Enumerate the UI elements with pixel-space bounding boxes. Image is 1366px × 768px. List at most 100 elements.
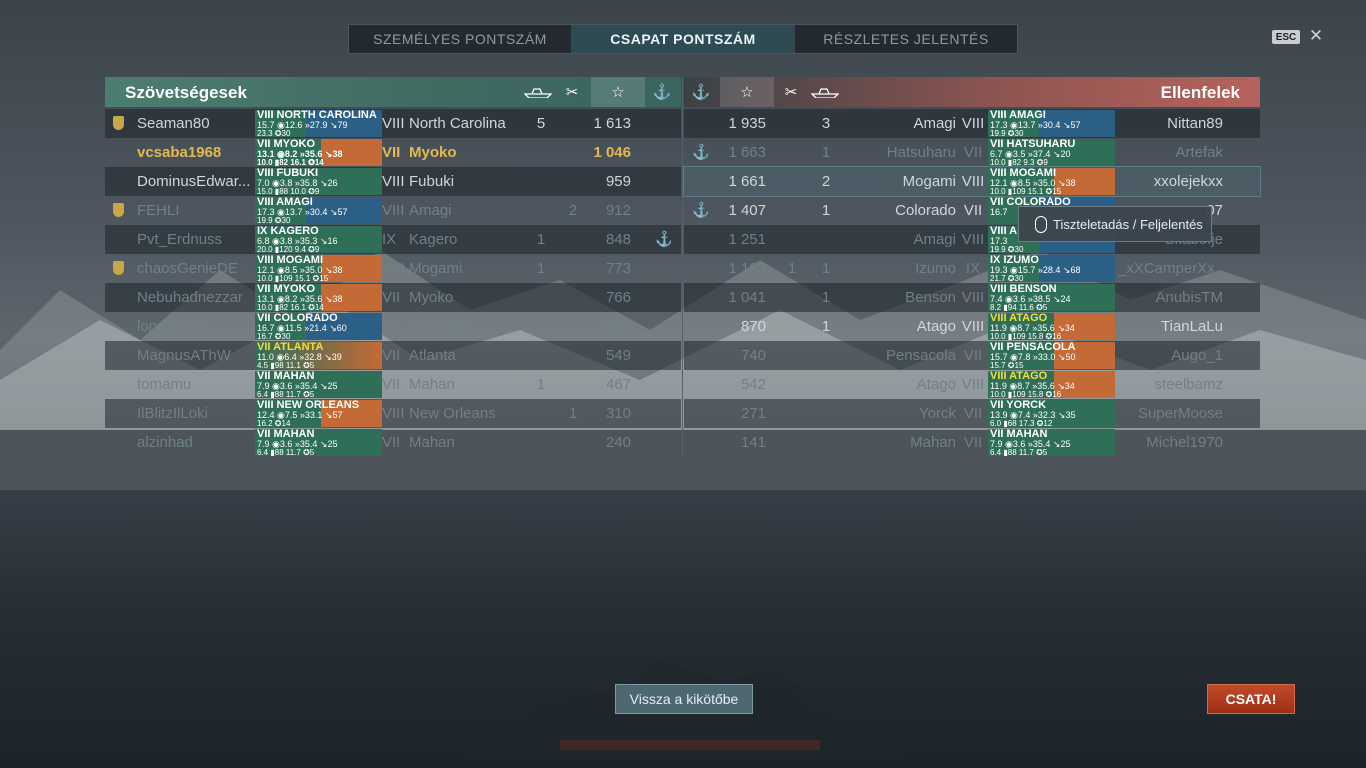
ally-row[interactable]: vcsaba1968 VII MYOKO 13.1 ◉8.2 »35.6 ↘38 10… [105,138,681,167]
ally-row[interactable]: FEHLI VIII AMAGI 17.3 ◉13.7 »30.4 ↘57 19.9 … [105,196,681,225]
base-capture-icon[interactable]: ⚓ [647,77,677,107]
ship-tier: VIII [382,405,405,422]
ship-card-stats-secondary: 10.0 ▮82 16.1 ✪14 [257,158,324,166]
enemy-row[interactable]: ⚓ 1 663 1 Hatsuharu VII VII HATSUHARU 6.7 ◉3.5… [684,138,1260,167]
ally-row[interactable]: DominusEdwar... VIII FUBUKI 7.0 ◉3.8 »35.8… [105,167,681,196]
planes-count [782,399,802,428]
player-name[interactable]: alzinhad [137,428,253,457]
ally-row[interactable]: IlBlitzIlLoki VIII NEW ORLEANS 12.4 ◉7.5 »… [105,399,681,428]
ship-card-stats-secondary: 6.4 ▮88 11.7 ✪5 [257,448,315,456]
player-name[interactable]: TianLaLu [1118,312,1223,341]
player-name[interactable]: AnubisTM [1118,283,1223,312]
base-anchor-icon [692,109,708,138]
player-name[interactable]: Nittan89 [1118,109,1223,138]
planes-count: 1 [787,260,797,277]
enemy-row[interactable]: 1 193 1 1 Izumo IX IX IZUMO 19.3 ◉15.7 »28.4 ↘… [684,254,1260,283]
tab-personal-score[interactable]: SZEMÉLYES PONTSZÁM [349,25,572,53]
planes-count [563,167,583,196]
ship-tier: VII [382,289,401,306]
player-name[interactable]: IlBlitzIlLoki [137,399,253,428]
player-name[interactable]: FEHLI [137,196,253,225]
ship-tier: VII [963,434,983,451]
battle-button[interactable]: CSATA! [1207,684,1295,714]
player-name[interactable]: Artefak [1118,138,1223,167]
esc-key-hint[interactable]: ESC [1272,30,1300,44]
ally-row[interactable]: alzinhad VII MAHAN 7.9 ◉3.6 »35.4 ↘25 6.4 ▮… [105,428,681,457]
player-name[interactable]: chaosGenieDE [137,254,253,283]
planes-count [563,312,583,341]
base-anchor-icon [692,254,708,283]
ally-row[interactable]: chaosGenieDE VIII MOGAMI 12.1 ◉8.5 »35.0 ↘… [105,254,681,283]
kills-count [531,341,551,370]
context-tooltip[interactable]: Tiszteletadás / Feljelentés [1018,206,1212,242]
ship-card-stats-secondary: 4.5 ▮98 11.1 ✪5 [257,361,315,369]
ship-name: Mahan [910,434,956,451]
close-icon[interactable]: ✕ [1308,27,1324,45]
ally-row[interactable]: longbow11 VII COLORADO 16.7 ◉11.5 »21.4 ↘6… [105,312,681,341]
ally-row[interactable]: Nebuhadnezzar VII MYOKO 13.1 ◉8.2 »35.6 ↘3… [105,283,681,312]
score-value: 467 [605,376,631,393]
base-anchor-icon [655,370,671,399]
ship-card-stats-secondary: 10.0 ▮109 15.8 ✪16 [990,390,1062,398]
kills-count: 1 [821,144,831,161]
planes-destroyed-icon[interactable]: ✂ [557,77,587,107]
back-to-port-button[interactable]: Vissza a kikötőbe [615,684,753,714]
player-name[interactable]: Nebuhadnezzar [137,283,253,312]
base-anchor-icon [655,428,671,457]
player-name[interactable]: Augo_1 [1118,341,1223,370]
enemy-row[interactable]: 271 Yorck VII VII YORCK 13.9 ◉7.4 »32.3 ↘35 6… [684,399,1260,428]
ship-name: Amagi [913,231,956,248]
enemies-panel: ⚓ ☆ ✂ Ellenfelek 1 935 3 Amagi VIII VIII AMA… [683,77,1261,458]
player-name[interactable]: _xXCamperXx_ [1118,254,1223,283]
enemy-row[interactable]: 542 Atago VIII VIII ATAGO 11.9 ◉8.7 »35.6 ↘3… [684,370,1260,399]
player-name[interactable]: vcsaba1968 [137,138,253,167]
ship-tier: VII [963,144,983,161]
score-value: 310 [605,405,631,422]
player-name[interactable]: xxolejekxx [1118,167,1223,196]
allies-title: Szövetségesek [125,83,247,102]
tab-detailed-report[interactable]: RÉSZLETES JELENTÉS [795,25,1017,53]
enemy-row[interactable]: 141 Mahan VII VII MAHAN 7.9 ◉3.6 »35.4 ↘25 6.… [684,428,1260,457]
kills-count [531,283,551,312]
planes-count [782,196,802,225]
ally-row[interactable]: tomamu VII MAHAN 7.9 ◉3.6 »35.4 ↘25 6.4 ▮88… [105,370,681,399]
base-capture-icon[interactable]: ⚓ [686,77,716,107]
player-name[interactable]: DominusEdwar... [137,167,253,196]
score-value: 912 [605,202,631,219]
enemy-row[interactable]: 1 661 2 Mogami VIII VIII MOGAMI 12.1 ◉8.5 »35… [683,166,1261,197]
player-name[interactable]: SuperMoose [1118,399,1223,428]
ship-kills-icon[interactable] [521,77,555,107]
kills-count [816,370,836,399]
enemy-row[interactable]: 1 041 1 Benson VIII VIII BENSON 7.4 ◉3.6 »38.… [684,283,1260,312]
ship-tier: VII [382,376,401,393]
enemy-row[interactable]: 870 1 Atago VIII VIII ATAGO 11.9 ◉8.7 »35.6 ↘… [684,312,1260,341]
ship-tier: VII [963,405,983,422]
ally-row[interactable]: Pvt_Erdnuss IX KAGERO 6.8 ◉3.8 »35.3 ↘16 20… [105,225,681,254]
planes-destroyed-icon[interactable]: ✂ [776,77,806,107]
kills-count [531,196,551,225]
player-name[interactable]: longbow11 [137,312,253,341]
planes-count [782,109,802,138]
planes-count [782,138,802,167]
score-value: 1 661 [728,173,766,190]
ship-card-stats-secondary: 10.0 ▮109 15.1 ✪15 [257,274,329,282]
player-name[interactable]: MagnusAThW [137,341,253,370]
enemy-row[interactable]: 1 935 3 Amagi VIII VIII AMAGI 17.3 ◉13.7 »30.… [684,109,1260,138]
player-name[interactable]: Michel1970 [1118,428,1223,457]
player-name[interactable]: Seaman80 [137,109,253,138]
ship-card-stats-secondary: 20.0 ▮120 9.4 ✪9 [257,245,320,253]
player-name[interactable]: tomamu [137,370,253,399]
enemy-row[interactable]: 740 Pensacola VII VII PENSACOLA 15.7 ◉7.8 »3… [684,341,1260,370]
ally-row[interactable]: Seaman80 VIII NORTH CAROLINA 15.7 ◉12.6 »2… [105,109,681,138]
ship-stats-card: VII PENSACOLA 15.7 ◉7.8 »33.0 ↘50 15.7 ✪15 [988,342,1115,369]
ship-kills-icon[interactable] [808,77,842,107]
planes-count [782,225,802,254]
ship-card-stats-secondary: 10.0 ▮82 16.1 ✪14 [257,303,324,311]
ship-name: Myoko [409,289,454,306]
ally-row[interactable]: MagnusAThW VII ATLANTA 11.0 ◉6.4 »32.8 ↘39… [105,341,681,370]
score-star-icon[interactable]: ☆ [591,77,645,107]
score-star-icon[interactable]: ☆ [720,77,774,107]
tab-team-score[interactable]: CSAPAT PONTSZÁM [572,25,795,53]
player-name[interactable]: Pvt_Erdnuss [137,225,253,254]
player-name[interactable]: steelbamz [1118,370,1223,399]
